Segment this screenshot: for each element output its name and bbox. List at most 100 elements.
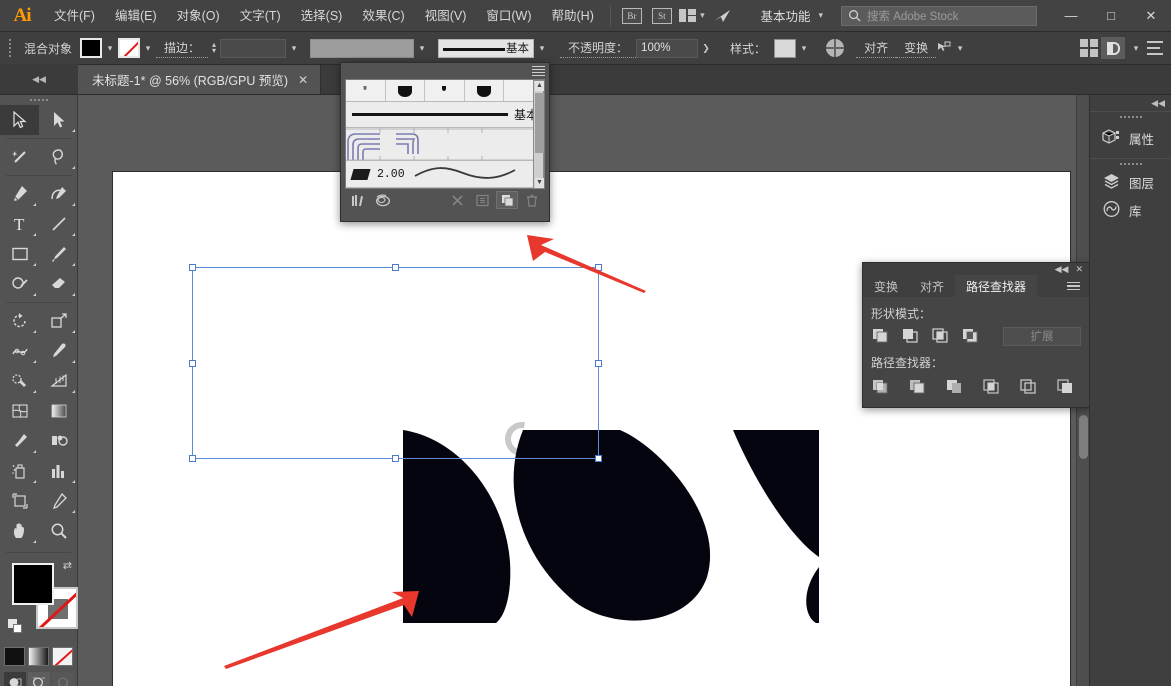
pathfinder-panel[interactable]: ◀◀ ✕ 变换 对齐 路径查找器 形状模式： 扩展 路径查找器： bbox=[862, 262, 1090, 408]
stroke-color-swatch[interactable] bbox=[118, 38, 140, 58]
opacity-field[interactable]: 100% bbox=[636, 39, 698, 58]
recolor-artwork-icon[interactable] bbox=[826, 39, 844, 57]
menu-effect[interactable]: 效果(C) bbox=[352, 0, 414, 32]
artboard-tool[interactable] bbox=[0, 486, 39, 516]
libraries-panel-icon[interactable] bbox=[372, 191, 394, 209]
tab-pathfinder[interactable]: 路径查找器 bbox=[955, 275, 1037, 297]
brush-thumbnail[interactable] bbox=[425, 80, 465, 101]
menu-object[interactable]: 对象(O) bbox=[167, 0, 230, 32]
expand-button[interactable]: 扩展 bbox=[1003, 327, 1081, 346]
remove-brush-stroke-icon[interactable] bbox=[446, 191, 468, 209]
window-maximize-button[interactable]: □ bbox=[1091, 0, 1131, 32]
brush-thumbnail[interactable] bbox=[465, 80, 505, 101]
fill-chevron-down-icon[interactable]: ▾ bbox=[102, 38, 118, 58]
brushes-flyout-panel[interactable]: 基本 bbox=[340, 62, 550, 222]
menu-file[interactable]: 文件(F) bbox=[44, 0, 105, 32]
brush-libraries-menu-icon[interactable] bbox=[347, 191, 369, 209]
workspace-chevron-down-icon[interactable]: ▾ bbox=[818, 10, 823, 21]
document-tab[interactable]: 未标题-1* @ 56% (RGB/GPU 预览) ✕ bbox=[78, 65, 321, 94]
scroll-down-arrow-icon[interactable]: ▼ bbox=[535, 178, 544, 188]
outline-button[interactable] bbox=[1019, 377, 1041, 397]
calligraphic-brush-row[interactable] bbox=[346, 80, 544, 102]
column-graph-tool[interactable] bbox=[39, 456, 78, 486]
opacity-flyout-icon[interactable]: ❯ bbox=[698, 38, 714, 58]
selection-handle-tc[interactable] bbox=[392, 264, 399, 271]
menu-edit[interactable]: 编辑(E) bbox=[105, 0, 167, 32]
stroke-profile-chevron-down-icon[interactable]: ▾ bbox=[414, 38, 430, 58]
window-close-button[interactable]: ✕ bbox=[1131, 0, 1171, 32]
hand-tool[interactable] bbox=[0, 516, 39, 546]
document-tab-close-icon[interactable]: ✕ bbox=[298, 73, 308, 87]
scale-tool[interactable] bbox=[39, 306, 78, 336]
selection-handle-tr[interactable] bbox=[595, 264, 602, 271]
gradient-tool[interactable] bbox=[39, 396, 78, 426]
artboard[interactable]: system bbox=[113, 172, 1070, 686]
bridge-icon[interactable]: Br bbox=[619, 5, 645, 27]
brush-item-art-pattern[interactable] bbox=[346, 128, 544, 161]
brush-options-icon[interactable] bbox=[471, 191, 493, 209]
lasso-tool[interactable] bbox=[39, 142, 78, 172]
perspective-grid-tool[interactable] bbox=[39, 366, 78, 396]
control-panel-menu-icon[interactable] bbox=[1147, 41, 1163, 55]
pathfinder-collapse-icon[interactable]: ◀◀ bbox=[1055, 264, 1069, 275]
merge-button[interactable] bbox=[945, 377, 967, 397]
menu-select[interactable]: 选择(S) bbox=[291, 0, 353, 32]
canvas-scrollbar-thumb[interactable] bbox=[1079, 415, 1088, 459]
stroke-weight-field[interactable] bbox=[220, 39, 286, 58]
unite-button[interactable] bbox=[871, 326, 893, 346]
slice-tool[interactable] bbox=[39, 486, 78, 516]
selection-handle-mr[interactable] bbox=[595, 360, 602, 367]
align-button[interactable]: 对齐 bbox=[856, 39, 896, 58]
selection-handle-tl[interactable] bbox=[189, 264, 196, 271]
menu-view[interactable]: 视图(V) bbox=[415, 0, 477, 32]
fill-color-swatch[interactable] bbox=[80, 38, 102, 58]
shaper-tool[interactable] bbox=[0, 269, 39, 299]
eyedropper-tool[interactable] bbox=[0, 426, 39, 456]
draw-normal-mode[interactable] bbox=[4, 672, 26, 686]
paintbrush-tool[interactable] bbox=[39, 239, 78, 269]
graphic-style-swatch[interactable] bbox=[774, 39, 796, 58]
transform-button[interactable]: 变换 bbox=[896, 39, 936, 58]
sync-settings-icon[interactable] bbox=[709, 5, 735, 27]
sidebar-item-properties[interactable]: 属性 bbox=[1090, 122, 1171, 158]
minus-back-button[interactable] bbox=[1056, 377, 1078, 397]
selection-handle-bl[interactable] bbox=[189, 455, 196, 462]
toolbar-fill-swatch[interactable] bbox=[12, 563, 54, 605]
scroll-up-arrow-icon[interactable]: ▲ bbox=[535, 81, 544, 91]
draw-behind-mode[interactable] bbox=[28, 672, 50, 686]
style-chevron-down-icon[interactable]: ▾ bbox=[796, 38, 812, 58]
brush-definition-field[interactable]: 基本 bbox=[438, 39, 534, 58]
brush-chevron-down-icon[interactable]: ▾ bbox=[534, 38, 550, 58]
stroke-weight-chevron-down-icon[interactable]: ▾ bbox=[286, 38, 302, 58]
stock-icon[interactable]: St bbox=[649, 5, 675, 27]
stroke-profile-field[interactable] bbox=[310, 39, 414, 58]
intersect-button[interactable] bbox=[931, 326, 953, 346]
color-mode-gradient[interactable] bbox=[28, 647, 49, 666]
rectangle-tool[interactable] bbox=[0, 239, 39, 269]
arrange-documents-icon[interactable]: ▾ bbox=[679, 5, 705, 27]
magic-wand-tool[interactable] bbox=[0, 142, 39, 172]
eraser-tool[interactable] bbox=[39, 269, 78, 299]
dock-grip[interactable] bbox=[1090, 159, 1171, 169]
brushes-list[interactable]: 基本 bbox=[345, 79, 545, 189]
pen-tool[interactable] bbox=[0, 179, 39, 209]
select-similar-icon[interactable] bbox=[936, 38, 952, 58]
stroke-weight-stepper[interactable]: ▴▾ bbox=[208, 38, 220, 58]
stroke-chevron-down-icon[interactable]: ▾ bbox=[140, 38, 156, 58]
width-tool[interactable] bbox=[0, 336, 39, 366]
right-dock-collapse-icon[interactable]: ◀◀ bbox=[1090, 95, 1171, 111]
minus-front-button[interactable] bbox=[901, 326, 923, 346]
default-fill-stroke-icon[interactable] bbox=[8, 619, 24, 635]
select-similar-chevron-down-icon[interactable]: ▾ bbox=[952, 38, 968, 58]
draw-inside-mode[interactable] bbox=[52, 672, 74, 686]
new-brush-icon[interactable] bbox=[496, 191, 518, 209]
sidebar-item-layers[interactable]: 图层 bbox=[1090, 169, 1171, 200]
direct-selection-tool[interactable] bbox=[39, 105, 78, 135]
selection-tool[interactable] bbox=[0, 105, 39, 135]
brush-thumbnail[interactable] bbox=[386, 80, 426, 101]
menu-help[interactable]: 帮助(H) bbox=[542, 0, 604, 32]
brush-thumbnail[interactable] bbox=[346, 80, 386, 101]
zoom-tool[interactable] bbox=[39, 516, 78, 546]
sidebar-item-libraries[interactable]: 库 bbox=[1090, 200, 1171, 231]
brushes-panel-menu-icon[interactable] bbox=[532, 66, 545, 77]
